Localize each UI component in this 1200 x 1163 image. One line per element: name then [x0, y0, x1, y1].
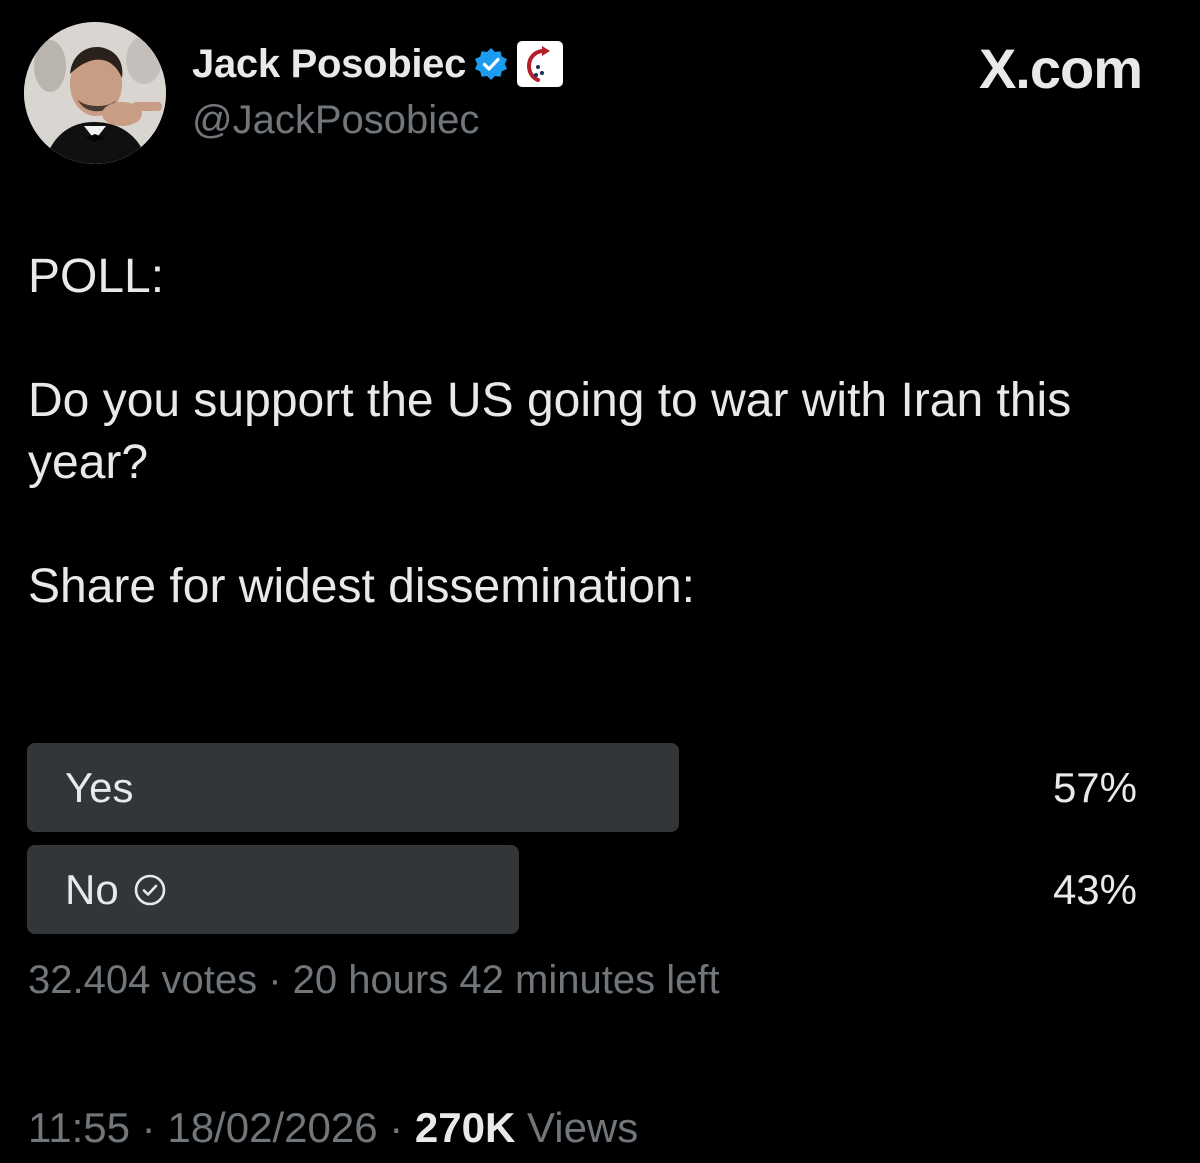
avatar[interactable]	[24, 22, 166, 164]
poll-option-percent: 57%	[1052, 763, 1137, 811]
check-circle-icon	[133, 873, 167, 907]
avatar-image	[24, 22, 166, 164]
tweet-line-poll: POLL:	[28, 250, 165, 303]
tweet-text: POLL: Do you support the US going to war…	[28, 246, 1148, 618]
verified-badge-icon	[474, 47, 508, 81]
poll-option-percent: 43%	[1052, 865, 1137, 913]
site-label: X.com	[978, 37, 1143, 100]
tweet-line-share: Share for widest dissemination:	[28, 560, 695, 613]
poll-time-left: 20 hours 42 minutes left	[292, 958, 720, 1002]
author-handle[interactable]: @JackPosobiec	[192, 98, 479, 143]
poll-option-yes[interactable]: Yes 57%	[27, 743, 1139, 832]
poll-option-no[interactable]: No 43%	[27, 845, 1139, 934]
tweet-header: Jack Posobiec @JackPosobiec X.com	[24, 22, 1176, 164]
affiliation-badge-icon[interactable]	[516, 40, 564, 88]
author-display-name[interactable]: Jack Posobiec	[192, 42, 466, 87]
poll-option-label: No	[65, 845, 167, 934]
poll-meta: 32.404 votes · 20 hours 42 minutes left	[28, 958, 720, 1003]
tweet-line-question: Do you support the US going to war with …	[28, 374, 1072, 489]
poll-votes: 32.404 votes	[28, 958, 258, 1002]
poll-option-text: No	[65, 865, 119, 913]
separator-dot: ·	[389, 1104, 404, 1151]
views-count[interactable]: 270K	[415, 1104, 515, 1151]
author-name-row: Jack Posobiec	[192, 40, 564, 88]
views-label: Views	[526, 1104, 639, 1151]
poll: Yes 57% No 43%	[27, 743, 1139, 947]
tweet-date[interactable]: 18/02/2026	[167, 1104, 377, 1151]
separator-dot: ·	[268, 958, 282, 1002]
poll-option-text: Yes	[65, 763, 134, 811]
separator-dot: ·	[141, 1104, 156, 1151]
tweet-footer: 11:55 · 18/02/2026 · 270K Views	[28, 1104, 638, 1152]
tweet-time[interactable]: 11:55	[28, 1104, 130, 1151]
poll-option-label: Yes	[65, 743, 134, 832]
